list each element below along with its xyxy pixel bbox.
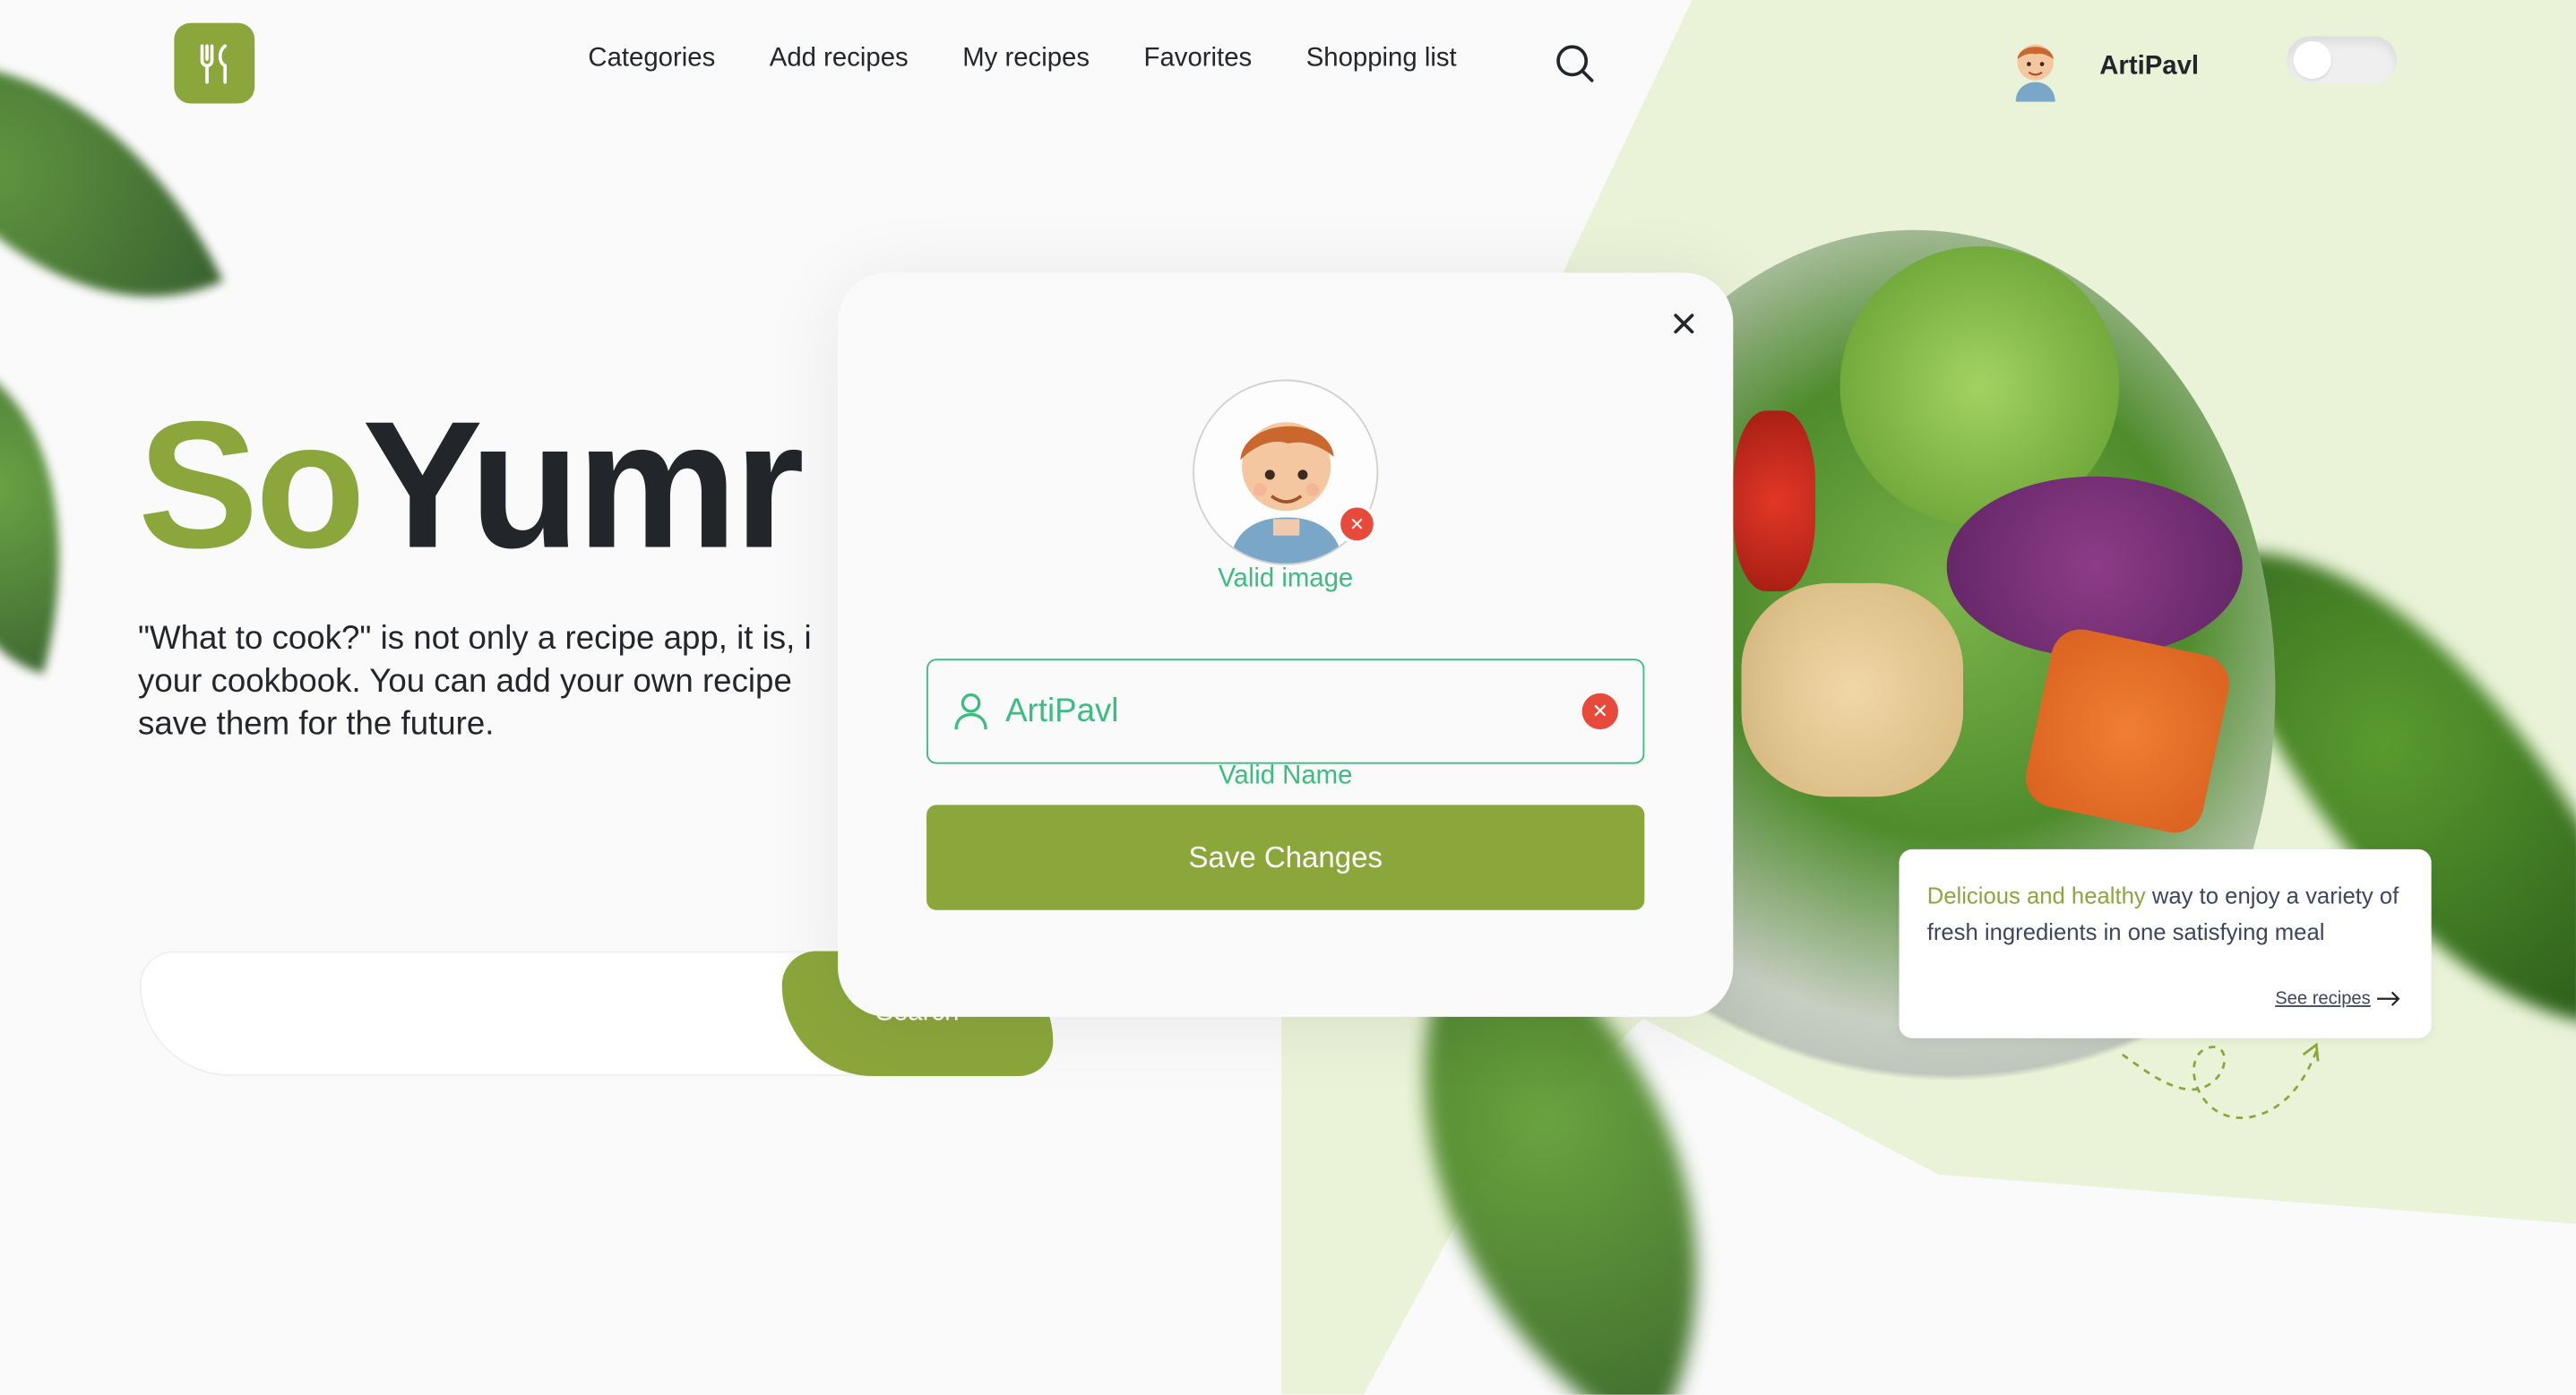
hero-title: SoYumr xyxy=(138,381,805,590)
theme-toggle[interactable] xyxy=(2287,36,2398,84)
name-field[interactable]: ✕ xyxy=(926,659,1645,764)
user-name: ArtiPavl xyxy=(2099,52,2200,81)
edit-profile-modal: ✕ Valid image ✕ Valid Name Save Changes xyxy=(838,272,1734,1017)
hero-title-rest: Yumr xyxy=(362,384,804,587)
nav-categories[interactable]: Categories xyxy=(588,45,715,74)
fork-knife-icon xyxy=(199,43,227,83)
search-icon[interactable] xyxy=(1554,43,1595,92)
nav-my-recipes[interactable]: My recipes xyxy=(962,45,1090,74)
save-changes-button[interactable]: Save Changes xyxy=(926,805,1645,910)
user-icon xyxy=(954,693,987,730)
logo[interactable] xyxy=(174,22,255,104)
valid-image-message: Valid image xyxy=(1218,564,1354,593)
valid-name-message: Valid Name xyxy=(1218,762,1353,790)
card-highlight: Delicious and healthy xyxy=(1926,882,2146,908)
see-recipes-link[interactable]: See recipes xyxy=(2275,989,2401,1009)
dashed-arrow-decoration xyxy=(2122,1042,2320,1120)
toggle-knob xyxy=(2293,40,2331,80)
salad-tomato xyxy=(1733,410,1816,592)
nav-favorites[interactable]: Favorites xyxy=(1144,45,1253,74)
hero-title-accent: So xyxy=(138,384,366,587)
close-icon[interactable] xyxy=(1666,306,1702,341)
nav-shopping-list[interactable]: Shopping list xyxy=(1306,45,1457,74)
remove-image-button[interactable]: ✕ xyxy=(1337,504,1377,544)
main-nav: Categories Add recipes My recipes Favori… xyxy=(588,45,1456,74)
salad-sweet-potato xyxy=(2020,624,2235,839)
hero-description: "What to cook?" is not only a recipe app… xyxy=(138,621,812,743)
page: Categories Add recipes My recipes Favori… xyxy=(0,0,2576,1395)
name-input[interactable] xyxy=(1005,692,1582,730)
nav-add-recipes[interactable]: Add recipes xyxy=(770,45,909,74)
see-recipes-label: See recipes xyxy=(2275,988,2371,1009)
user-menu[interactable]: ArtiPavl xyxy=(2008,33,2200,102)
salad-cabbage xyxy=(1946,476,2243,658)
recipe-card: Delicious and healthy way to enjoy a var… xyxy=(1899,848,2432,1038)
arrow-right-icon xyxy=(2377,991,2400,1006)
card-text: Delicious and healthy way to enjoy a var… xyxy=(1927,877,2404,950)
avatar xyxy=(2015,44,2055,102)
clear-name-button[interactable]: ✕ xyxy=(1581,693,1618,730)
salad-chickpeas xyxy=(1741,582,1964,797)
